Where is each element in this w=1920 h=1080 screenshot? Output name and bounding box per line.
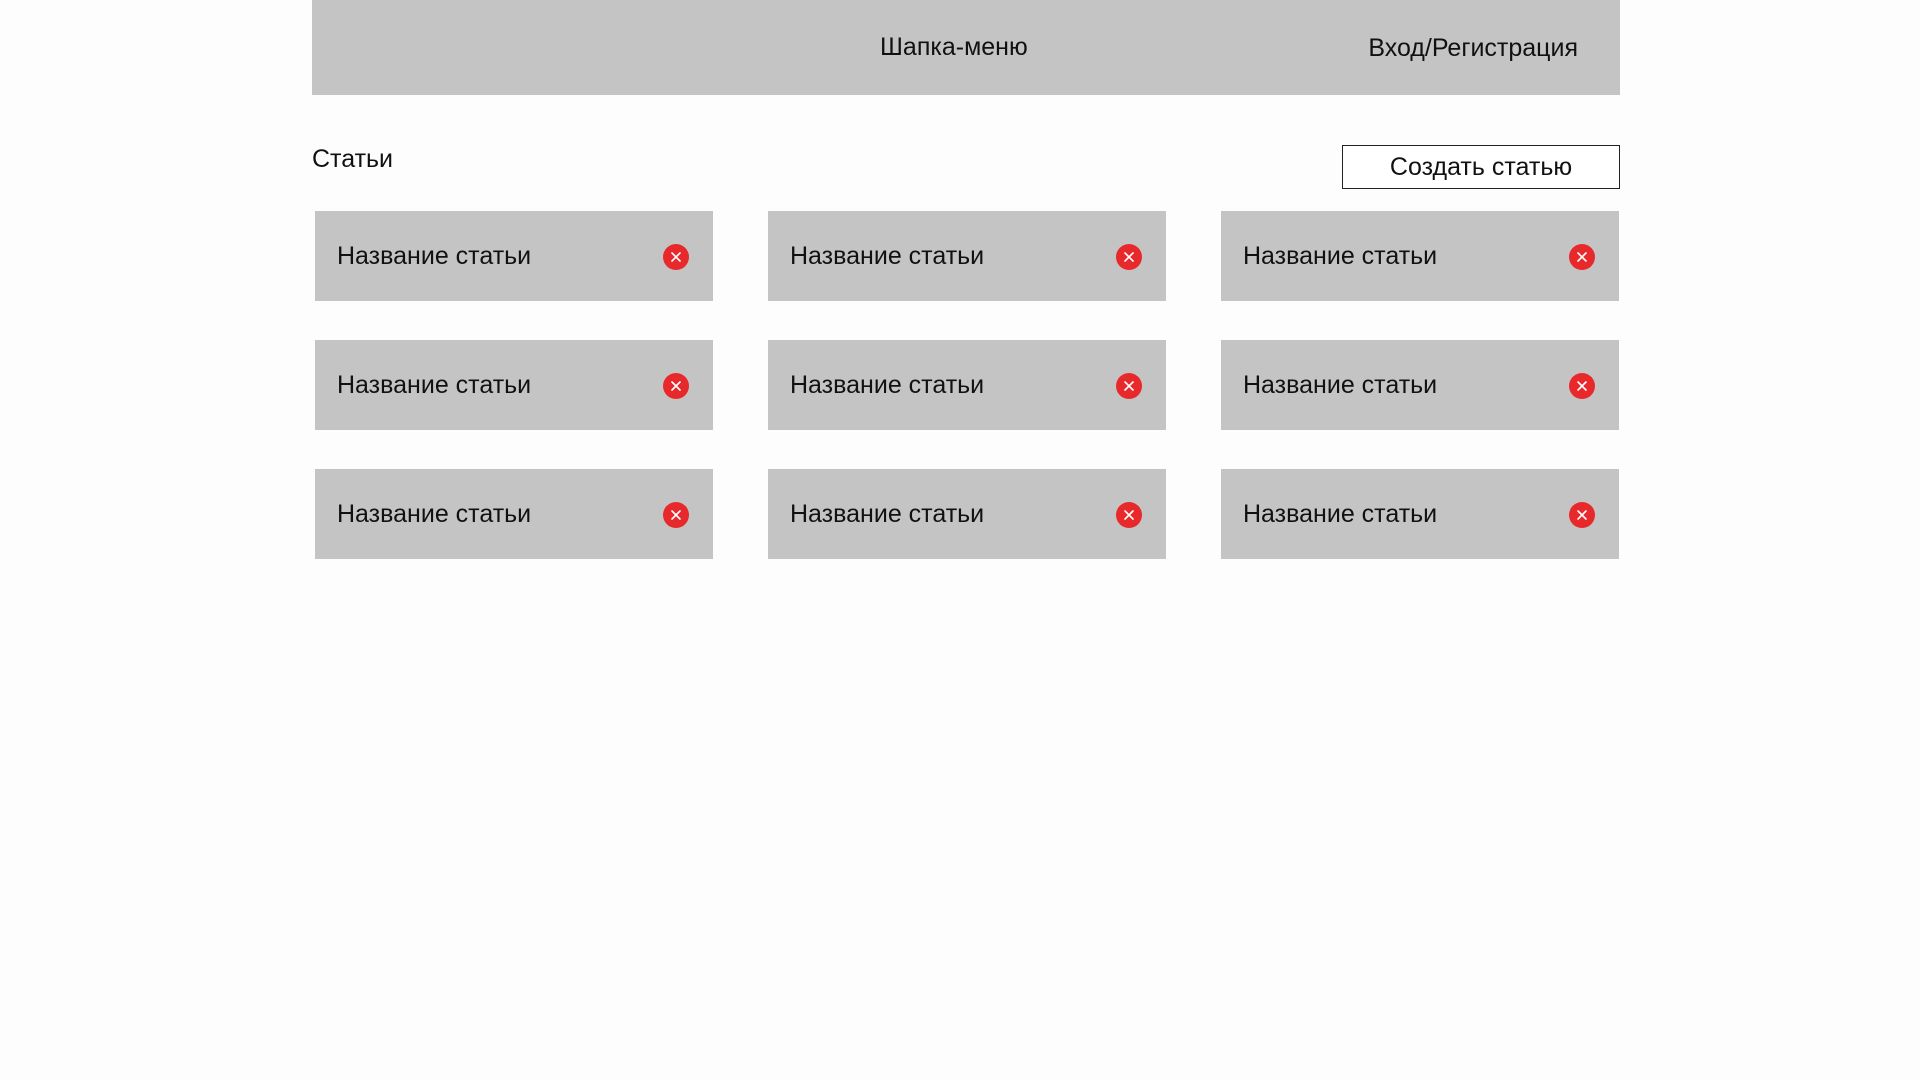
close-icon bbox=[1577, 252, 1587, 262]
delete-article-button[interactable] bbox=[1116, 502, 1142, 528]
header-bar: Шапка-меню Вход/Регистрация bbox=[312, 0, 1620, 95]
article-card[interactable]: Название статьи bbox=[315, 469, 713, 559]
articles-grid: Название статьи Название статьи Название… bbox=[315, 211, 1620, 559]
create-article-button[interactable]: Создать статью bbox=[1342, 145, 1620, 189]
article-title: Название статьи bbox=[337, 500, 532, 528]
article-title: Название статьи bbox=[790, 500, 985, 528]
close-icon bbox=[1124, 381, 1134, 391]
article-card[interactable]: Название статьи bbox=[1221, 211, 1619, 301]
login-register-link[interactable]: Вход/Регистрация bbox=[1368, 33, 1578, 63]
article-card[interactable]: Название статьи bbox=[768, 469, 1166, 559]
article-card[interactable]: Название статьи bbox=[768, 211, 1166, 301]
article-card[interactable]: Название статьи bbox=[768, 340, 1166, 430]
article-title: Название статьи bbox=[337, 242, 532, 270]
article-title: Название статьи bbox=[1243, 500, 1438, 528]
close-icon bbox=[1124, 510, 1134, 520]
article-card[interactable]: Название статьи bbox=[315, 340, 713, 430]
article-card[interactable]: Название статьи bbox=[315, 211, 713, 301]
close-icon bbox=[1577, 381, 1587, 391]
article-card[interactable]: Название статьи bbox=[1221, 340, 1619, 430]
header-menu-link[interactable]: Шапка-меню bbox=[880, 32, 1028, 62]
close-icon bbox=[1577, 510, 1587, 520]
article-title: Название статьи bbox=[790, 371, 985, 399]
close-icon bbox=[671, 252, 681, 262]
close-icon bbox=[671, 381, 681, 391]
article-title: Название статьи bbox=[1243, 371, 1438, 399]
delete-article-button[interactable] bbox=[663, 502, 689, 528]
delete-article-button[interactable] bbox=[1116, 244, 1142, 270]
article-card[interactable]: Название статьи bbox=[1221, 469, 1619, 559]
close-icon bbox=[671, 510, 681, 520]
delete-article-button[interactable] bbox=[1116, 373, 1142, 399]
delete-article-button[interactable] bbox=[663, 244, 689, 270]
delete-article-button[interactable] bbox=[1569, 373, 1595, 399]
app-root: Шапка-меню Вход/Регистрация Статьи Созда… bbox=[0, 0, 1920, 1080]
article-title: Название статьи bbox=[790, 242, 985, 270]
article-title: Название статьи bbox=[337, 371, 532, 399]
article-title: Название статьи bbox=[1243, 242, 1438, 270]
create-article-button-label: Создать статью bbox=[1389, 152, 1573, 181]
close-icon bbox=[1124, 252, 1134, 262]
delete-article-button[interactable] bbox=[1569, 244, 1595, 270]
delete-article-button[interactable] bbox=[663, 373, 689, 399]
delete-article-button[interactable] bbox=[1569, 502, 1595, 528]
section-title: Статьи bbox=[312, 145, 394, 173]
